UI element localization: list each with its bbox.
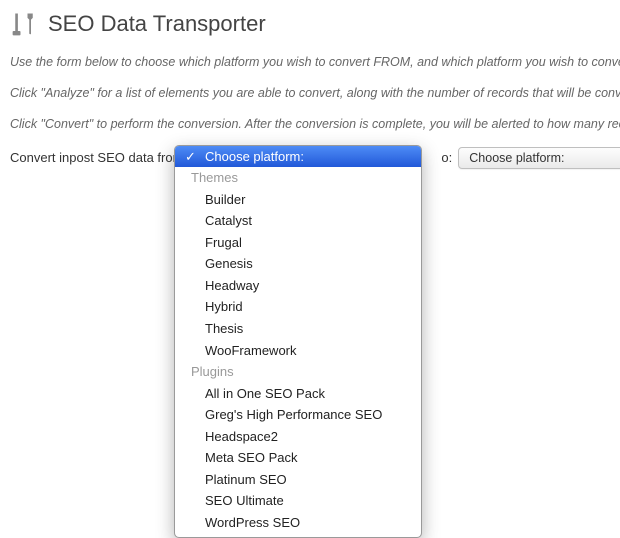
dropdown-option-metaseopack[interactable]: Meta SEO Pack bbox=[175, 447, 421, 469]
page-title: SEO Data Transporter bbox=[48, 11, 266, 37]
dropdown-option-headspace2[interactable]: Headspace2 bbox=[175, 426, 421, 448]
tools-icon bbox=[10, 10, 38, 38]
dropdown-group-plugins: Plugins bbox=[175, 361, 421, 383]
from-platform-dropdown[interactable]: Choose platform: Themes Builder Catalyst… bbox=[174, 145, 422, 538]
intro-line-3: Click "Convert" to perform the conversio… bbox=[10, 116, 620, 133]
to-platform-select-wrap: Choose platform: bbox=[458, 147, 620, 169]
dropdown-option-hybrid[interactable]: Hybrid bbox=[175, 296, 421, 318]
intro-line-2: Click "Analyze" for a list of elements y… bbox=[10, 85, 620, 102]
dropdown-option-builder[interactable]: Builder bbox=[175, 189, 421, 211]
dropdown-option-platinumseo[interactable]: Platinum SEO bbox=[175, 469, 421, 491]
dropdown-option-wooframework[interactable]: WooFramework bbox=[175, 340, 421, 362]
dropdown-option-genesis[interactable]: Genesis bbox=[175, 253, 421, 275]
to-label: o: bbox=[441, 150, 452, 165]
dropdown-option-headway[interactable]: Headway bbox=[175, 275, 421, 297]
dropdown-option-frugal[interactable]: Frugal bbox=[175, 232, 421, 254]
dropdown-group-themes: Themes bbox=[175, 167, 421, 189]
intro-line-1: Use the form below to choose which platf… bbox=[10, 54, 620, 71]
dropdown-option-gregs[interactable]: Greg's High Performance SEO bbox=[175, 404, 421, 426]
to-platform-select-value: Choose platform: bbox=[469, 151, 564, 165]
page-header: SEO Data Transporter bbox=[10, 10, 620, 38]
dropdown-option-catalyst[interactable]: Catalyst bbox=[175, 210, 421, 232]
dropdown-option-placeholder[interactable]: Choose platform: bbox=[175, 146, 421, 168]
convert-form-row: Convert inpost SEO data from Choose plat… bbox=[10, 147, 620, 169]
dropdown-option-wordpressseo[interactable]: WordPress SEO bbox=[175, 512, 421, 534]
convert-prefix-label: Convert inpost SEO data from bbox=[10, 150, 183, 165]
intro-text: Use the form below to choose which platf… bbox=[10, 54, 620, 133]
dropdown-option-seoultimate[interactable]: SEO Ultimate bbox=[175, 490, 421, 512]
dropdown-option-aioseo[interactable]: All in One SEO Pack bbox=[175, 383, 421, 405]
to-platform-select[interactable]: Choose platform: bbox=[458, 147, 620, 169]
dropdown-option-thesis[interactable]: Thesis bbox=[175, 318, 421, 340]
